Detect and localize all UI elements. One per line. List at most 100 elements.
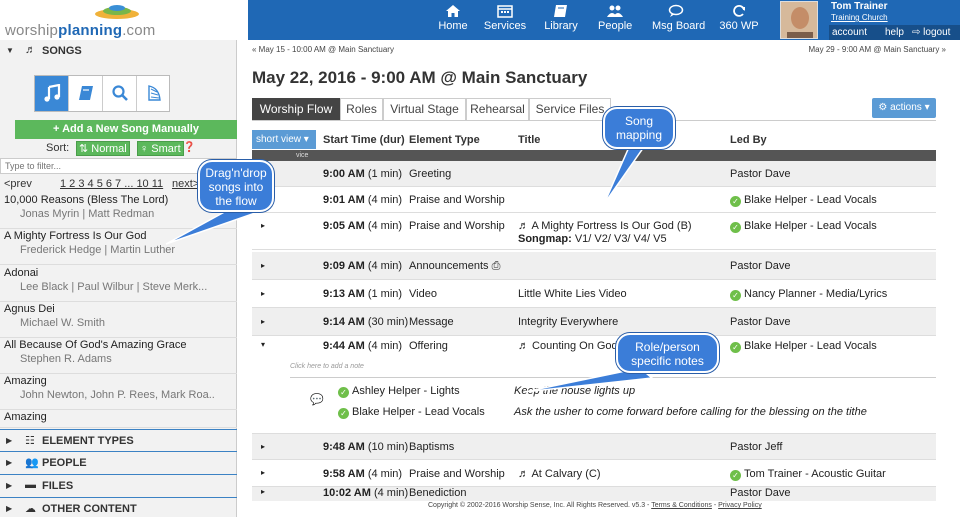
note-text[interactable]: Keep the house lights up (514, 385, 635, 397)
callout-song-mapping: Song mapping (603, 107, 675, 149)
privacy-link[interactable]: Privacy Policy (718, 502, 762, 509)
table-header: short view ▾ Start Time (dur) Element Ty… (252, 130, 936, 150)
tab-worship-flow[interactable]: Worship Flow (252, 98, 340, 120)
sidebar: ▼ ♬ SONGS + Add a New Song Manually Sort… (0, 40, 237, 517)
table-row[interactable]: ▸ 10:02 AM (4 min) Benediction Pastor Da… (252, 487, 936, 501)
page-title: May 22, 2016 - 9:00 AM @ Main Sanctuary (252, 68, 588, 87)
table-row[interactable]: 9:00 AM (1 min) Greeting Pastor Dave (252, 161, 936, 187)
files-section-header[interactable]: ▶ ▬ FILES (0, 475, 237, 498)
add-song-button[interactable]: + Add a New Song Manually (15, 120, 237, 139)
chat-icon (668, 4, 684, 17)
sort-smart-button[interactable]: ♀ Smart (137, 141, 184, 156)
table-row[interactable]: ▸ 9:58 AM (4 min) Praise and Worship ♬ A… (252, 460, 936, 487)
nav-people[interactable]: People (598, 3, 632, 39)
song-title[interactable]: ♬ A Mighty Fortress Is Our God (B) (518, 220, 692, 232)
user-links: account help ⇨ logout (829, 25, 960, 40)
terms-link[interactable]: Terms & Conditions (651, 502, 712, 509)
column-title[interactable]: Title (518, 134, 540, 146)
song-tools-button[interactable] (137, 76, 171, 111)
table-row[interactable]: 9:01 AM (4 min) Praise and Worship ✓ Blak… (252, 187, 936, 213)
expand-icon[interactable]: ▸ (261, 317, 265, 326)
refresh-icon (733, 5, 745, 17)
table-row[interactable]: ▸ 9:05 AM (4 min) Praise and Worship ♬ A… (252, 213, 936, 250)
tab-divider (252, 120, 936, 121)
column-element-type[interactable]: Element Type (409, 134, 480, 146)
account-link[interactable]: account (832, 27, 867, 38)
check-icon: ✓ (730, 290, 741, 301)
nav-library[interactable]: Library (544, 3, 578, 39)
table-row[interactable]: ▸ 9:13 AM (1 min) Video Little White Lie… (252, 280, 936, 308)
table-row[interactable]: ▸ 9:09 AM (4 min) Announcements ⎙ Pastor… (252, 252, 936, 280)
user-menu: Tom Trainer Training Church account help… (829, 0, 960, 40)
tab-rehearsal[interactable]: Rehearsal (466, 98, 529, 120)
logout-link[interactable]: ⇨ logout (912, 27, 950, 38)
note-text[interactable]: Ask the usher to come forward before cal… (514, 406, 867, 418)
column-start-time[interactable]: Start Time (dur) (323, 134, 405, 146)
pager-next-link[interactable]: next> (172, 178, 199, 190)
view-toggle-button[interactable]: short view ▾ (252, 130, 316, 149)
column-led-by[interactable]: Led By (730, 134, 767, 146)
footer: Copyright © 2002-2016 Worship Sense, Inc… (428, 502, 762, 509)
previous-service-link[interactable]: « May 15 - 10:00 AM @ Main Sanctuary (252, 45, 394, 54)
harp-icon (148, 85, 161, 101)
logo-mark-icon (95, 5, 139, 19)
expand-icon[interactable]: ▸ (261, 442, 265, 451)
home-icon (446, 5, 460, 17)
check-icon: ✓ (338, 387, 349, 398)
help-link[interactable]: help (885, 27, 904, 38)
callout-dragdrop: Drag'n'drop songs into the flow (198, 160, 274, 212)
nav-home[interactable]: Home (437, 3, 469, 39)
top-navigation-bar: worshipplanning.com Home Services Librar… (0, 0, 960, 40)
songs-section-header[interactable]: ▼ ♬ SONGS (0, 40, 237, 63)
add-note-link[interactable]: Click here to add a note (290, 363, 364, 370)
check-icon: ✓ (730, 196, 741, 207)
sort-normal-button[interactable]: ⇅ Normal (76, 141, 130, 156)
chevron-right-icon: ▶ (6, 436, 13, 445)
table-row[interactable]: ▾ 9:44 AM (4 min) Offering ♬ Counting On… (252, 336, 936, 434)
main-content: « May 15 - 10:00 AM @ Main Sanctuary May… (248, 40, 960, 517)
song-view-toolbar (34, 75, 170, 112)
table-row[interactable]: ▸ 9:48 AM (10 min) Baptisms Pastor Jeff (252, 434, 936, 460)
music-icon: ♬ (25, 44, 36, 56)
list-item[interactable]: All Because Of God's Amazing Grace Steph… (0, 338, 237, 374)
other-content-section-header[interactable]: ▶ ☁ OTHER CONTENT (0, 498, 237, 521)
collapse-icon[interactable]: ▾ (261, 340, 265, 349)
help-icon[interactable]: ❓ (183, 142, 195, 153)
logo[interactable]: worshipplanning.com (0, 0, 248, 40)
expand-icon[interactable]: ▸ (261, 221, 265, 230)
table-row[interactable]: ▸ 9:14 AM (30 min) Message Integrity Eve… (252, 308, 936, 336)
list-item[interactable]: Amazing John Newton, John P. Rees, Mark … (0, 374, 237, 410)
nav-360-wp[interactable]: 360 WP (719, 3, 759, 39)
tab-virtual-stage[interactable]: Virtual Stage (383, 98, 466, 120)
songmap: V1/ V2/ V3/ V4/ V5 (574, 233, 667, 245)
church-link[interactable]: Training Church (831, 13, 888, 22)
nav-msg-board[interactable]: Msg Board (652, 3, 705, 39)
expand-icon[interactable]: ▸ (261, 289, 265, 298)
expand-icon[interactable]: ▸ (261, 468, 265, 477)
avatar[interactable] (780, 1, 818, 39)
song-book-button[interactable] (69, 76, 103, 111)
nav-services[interactable]: Services (482, 3, 528, 39)
element-types-section-header[interactable]: ▶ ☷ ELEMENT TYPES (0, 429, 237, 452)
list-item[interactable]: Adonai Lee Black | Paul Wilbur | Steve M… (0, 266, 237, 302)
pager-pages[interactable]: 1 2 3 4 5 6 7 ... 10 11 (60, 178, 163, 190)
pager-prev-link[interactable]: <prev (4, 178, 32, 190)
service-bar: vice (252, 150, 936, 161)
calendar-icon (497, 5, 513, 18)
list-item[interactable]: A Mighty Fortress Is Our God Frederick H… (0, 229, 237, 265)
list-item[interactable]: Amazing (0, 410, 237, 428)
people-section-header[interactable]: ▶ 👥 PEOPLE (0, 452, 237, 475)
check-icon: ✓ (338, 408, 349, 419)
expand-icon[interactable]: ▸ (261, 487, 265, 496)
expand-icon[interactable]: ▸ (261, 261, 265, 270)
tab-roles[interactable]: Roles (340, 98, 383, 120)
actions-button[interactable]: ⚙ actions ▾ (872, 98, 936, 118)
song-list-button[interactable] (35, 76, 69, 111)
list-item[interactable]: Agnus Dei Michael W. Smith (0, 302, 237, 338)
song-search-button[interactable] (103, 76, 137, 111)
music-note-icon (44, 84, 61, 102)
tab-service-files[interactable]: Service Files (529, 98, 611, 120)
logo-wordmark: worshipplanning.com (5, 22, 156, 39)
next-service-link[interactable]: May 29 - 9:00 AM @ Main Sanctuary » (808, 45, 946, 54)
people-icon (607, 5, 623, 17)
